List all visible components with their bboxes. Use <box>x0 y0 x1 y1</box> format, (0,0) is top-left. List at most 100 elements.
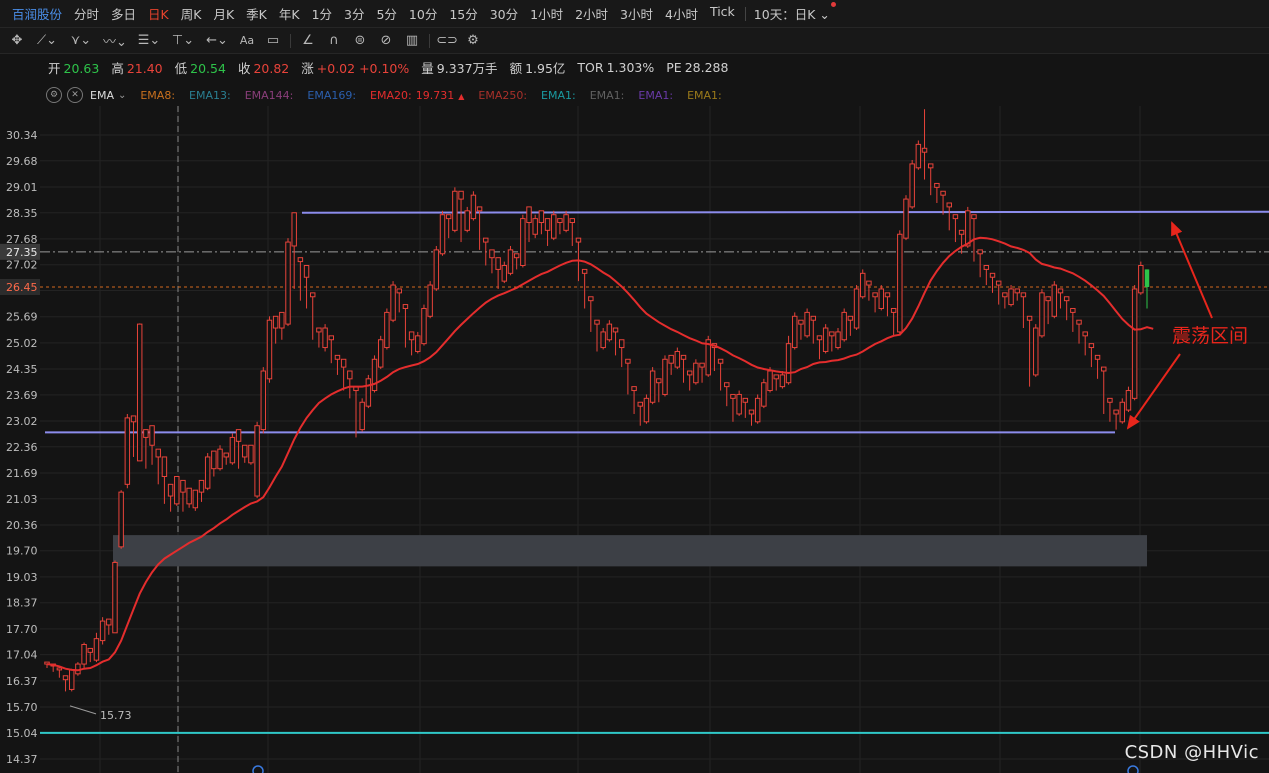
magnet-icon[interactable]: ∩ <box>321 30 347 52</box>
settings-icon[interactable]: ⚙ <box>460 30 486 52</box>
candle-body <box>551 214 557 239</box>
candle-body <box>699 362 705 368</box>
candle-body <box>192 489 199 509</box>
ema-line-3[interactable]: EMA169: <box>307 89 356 102</box>
pitchfork-icon[interactable]: ⋎⌄ <box>64 30 98 52</box>
pencil-icon[interactable]: ∠ <box>295 30 321 52</box>
ema-line-2[interactable]: EMA144: <box>245 89 294 102</box>
candle-body <box>297 257 304 263</box>
period-8[interactable]: 3分 <box>338 4 370 23</box>
candle-body <box>835 331 841 349</box>
candle-body <box>680 354 687 360</box>
period-separator <box>744 6 746 21</box>
hide-icon[interactable]: ⊘ <box>373 30 399 52</box>
note-icon[interactable]: ▭ <box>260 30 286 52</box>
candle-body <box>334 354 341 360</box>
y-tick-label: 19.70 <box>6 545 38 558</box>
candle-body <box>588 296 594 302</box>
candle-body <box>1125 390 1132 411</box>
candle-body <box>532 218 538 235</box>
candle-body <box>130 415 137 423</box>
candle-body <box>1020 292 1027 298</box>
period-1[interactable]: 多日 <box>105 4 142 23</box>
candle-body <box>81 644 87 665</box>
candle-body <box>266 319 273 380</box>
fib-icon[interactable]: ☰⌄ <box>132 30 166 52</box>
settings-icon[interactable]: ⚙ <box>46 87 62 103</box>
candle-body <box>958 229 965 235</box>
period-3[interactable]: 周K <box>175 4 208 23</box>
candle-body <box>204 456 211 489</box>
ema-line-9[interactable]: EMA1: <box>687 89 722 102</box>
ema-label: EMA250: <box>478 88 528 102</box>
arrow-up-icon: ▲ <box>458 91 465 101</box>
period-16[interactable]: 4小时 <box>659 4 704 23</box>
multi-day-dropdown[interactable]: 10天：日K ⌄ <box>750 2 836 23</box>
arrow-icon[interactable]: ←⌄ <box>200 30 234 52</box>
anchor-icon[interactable]: ⊤⌄ <box>166 30 200 52</box>
stock-name[interactable]: 百润股份 <box>6 4 68 23</box>
candle-body <box>495 257 501 270</box>
range-annotation: 震荡区间 <box>1172 325 1248 347</box>
ema-line-6[interactable]: EMA1: <box>541 89 576 102</box>
period-4[interactable]: 月K <box>207 4 240 23</box>
candle-body <box>884 292 891 298</box>
ema-line-8[interactable]: EMA1: <box>638 89 673 102</box>
multi-day-dropdown-label: 10天：日K <box>753 7 816 22</box>
period-6[interactable]: 年K <box>273 4 306 23</box>
period-13[interactable]: 1小时 <box>524 4 569 23</box>
ema-line-7[interactable]: EMA1: <box>590 89 625 102</box>
wave-icon[interactable]: 〰⌄ <box>98 30 132 52</box>
ema-label: EMA1: <box>541 88 576 102</box>
candle-body <box>1051 284 1058 317</box>
link-icon[interactable]: ⊂⊃ <box>434 30 460 52</box>
ema-line-0[interactable]: EMA8: <box>140 89 175 102</box>
candle-body <box>557 218 563 224</box>
indicator-name[interactable]: EMA <box>90 89 114 102</box>
candle-body <box>736 393 742 415</box>
period-15[interactable]: 3小时 <box>614 4 659 23</box>
period-10[interactable]: 10分 <box>403 4 443 23</box>
ema-line-1[interactable]: EMA13: <box>189 89 231 102</box>
candle-body <box>866 280 872 286</box>
y-tick-label: 17.04 <box>6 649 38 662</box>
period-17[interactable]: Tick <box>704 4 741 23</box>
candle-body <box>242 444 248 458</box>
y-tick-label: 14.37 <box>6 753 38 766</box>
period-14[interactable]: 2小时 <box>569 4 614 23</box>
eraser-icon[interactable]: ⊜ <box>347 30 373 52</box>
candle-body <box>161 456 168 478</box>
period-5[interactable]: 季K <box>240 4 273 23</box>
ema-line-4[interactable]: EMA20: 19.731 ▲ <box>370 89 464 102</box>
candle-body <box>452 190 458 231</box>
candlestick-chart[interactable]: 30.3429.6829.0128.3527.6827.0226.3625.69… <box>0 106 1269 773</box>
chevron-down-icon: ⌄ <box>819 7 830 22</box>
candle-body <box>186 487 192 505</box>
candle-body <box>940 190 946 196</box>
text-icon[interactable]: Aa <box>234 30 260 52</box>
candle-body <box>68 669 75 690</box>
period-0[interactable]: 分时 <box>68 4 105 23</box>
candle-body <box>235 429 242 442</box>
candle-body <box>1094 354 1101 360</box>
close-icon[interactable]: ✕ <box>67 87 83 103</box>
period-2[interactable]: 日K <box>142 4 175 23</box>
candle-body <box>662 358 668 395</box>
chevron-down-icon[interactable]: ⌄ <box>118 90 126 101</box>
crosshair-icon[interactable]: ✥ <box>4 30 30 52</box>
candle-body <box>112 561 118 634</box>
candle-body <box>106 618 112 626</box>
period-11[interactable]: 15分 <box>443 4 483 23</box>
period-12[interactable]: 30分 <box>484 4 524 23</box>
y-tick-label: 15.04 <box>6 727 38 740</box>
candle-body <box>93 638 100 661</box>
period-7[interactable]: 1分 <box>306 4 338 23</box>
period-9[interactable]: 5分 <box>370 4 402 23</box>
candle-body <box>890 307 897 313</box>
trash-icon[interactable]: ▥ <box>399 30 425 52</box>
trendline-icon[interactable]: ⟋⌄ <box>30 30 64 52</box>
candle-body <box>829 331 835 337</box>
candle-body <box>921 147 928 153</box>
candle-body <box>717 358 724 364</box>
ema-line-5[interactable]: EMA250: <box>478 89 527 102</box>
